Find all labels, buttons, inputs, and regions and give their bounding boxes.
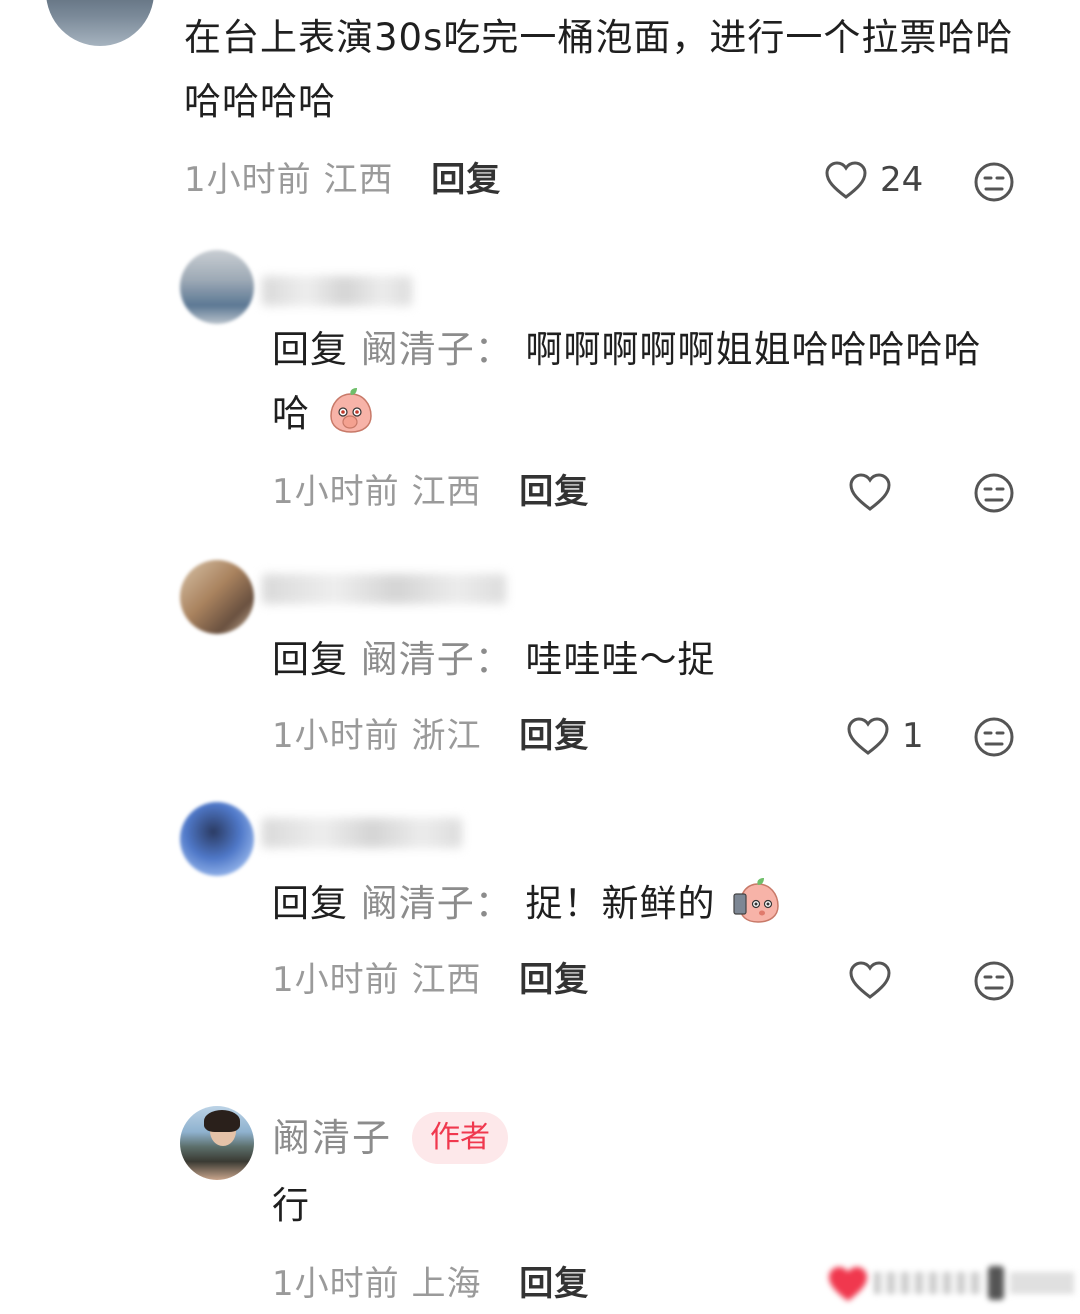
dislike-face-icon[interactable] <box>973 472 1015 514</box>
comment-meta: 1小时前 江西 回复 <box>184 160 501 200</box>
timestamp: 1小时前 <box>272 960 400 1000</box>
username-blurred <box>262 818 462 848</box>
avatar[interactable] <box>180 250 254 324</box>
dislike-face-icon[interactable] <box>973 960 1015 1002</box>
username-blurred <box>262 574 506 604</box>
comment-meta: 1小时前 上海 回复 <box>272 1264 589 1304</box>
peach-selfie-emoji <box>733 878 780 923</box>
heart-outline-icon <box>825 161 867 199</box>
reply-keyword: 回复 <box>272 882 348 925</box>
heart-outline-icon <box>847 717 889 755</box>
reply-target[interactable]: 阚清子： <box>361 328 513 371</box>
blurred-actions <box>826 1262 1080 1306</box>
main-comment: 在台上表演30s吃完一桶泡面，进行一个拉票哈哈哈哈哈哈 1小时前 江西 回复 2… <box>0 0 1080 220</box>
location: 江西 <box>411 960 482 1000</box>
timestamp: 1小时前 <box>272 1264 400 1304</box>
reply-button[interactable]: 回复 <box>431 160 501 200</box>
reply-keyword: 回复 <box>272 328 348 371</box>
reply-meta: 1小时前 浙江 回复 <box>272 716 589 756</box>
reply-text: 回复 阚清子： 哇哇哇～捉 <box>272 628 1012 692</box>
like-count: 1 <box>902 716 924 756</box>
location: 浙江 <box>411 716 482 756</box>
location: 江西 <box>323 160 394 200</box>
heart-outline-icon <box>849 961 891 999</box>
avatar[interactable] <box>180 560 254 634</box>
author-comment-text: 行 <box>272 1174 310 1238</box>
reply-meta: 1小时前 江西 回复 <box>272 472 589 512</box>
reply-body: 捉！新鲜的 <box>525 882 716 925</box>
like-button[interactable] <box>848 472 904 512</box>
author-name[interactable]: 阚清子 <box>272 1110 392 1166</box>
dislike-face-icon[interactable] <box>973 716 1015 758</box>
reply-comment: 回复 阚清子： 哇哇哇～捉 1小时前 浙江 回复 1 <box>0 556 1080 776</box>
avatar[interactable] <box>46 0 154 46</box>
timestamp: 1小时前 <box>272 472 400 512</box>
reply-button[interactable]: 回复 <box>519 716 589 756</box>
comment-text: 在台上表演30s吃完一桶泡面，进行一个拉票哈哈哈哈哈哈 <box>184 6 1014 134</box>
reply-target[interactable]: 阚清子： <box>361 882 513 925</box>
reply-button[interactable]: 回复 <box>519 472 589 512</box>
username-blurred <box>262 276 412 306</box>
author-badge: 作者 <box>412 1112 508 1164</box>
reply-button[interactable]: 回复 <box>519 1264 589 1304</box>
reply-text: 回复 阚清子： 啊啊啊啊啊姐姐哈哈哈哈哈哈 <box>272 318 1012 446</box>
comment-body: 行 <box>272 1184 310 1227</box>
reply-keyword: 回复 <box>272 638 348 681</box>
heart-filled-icon[interactable] <box>826 1264 870 1304</box>
avatar[interactable] <box>180 802 254 876</box>
reply-body: 哇哇哇～捉 <box>525 638 716 681</box>
comment-body: 在台上表演30s吃完一桶泡面，进行一个拉票哈哈哈哈哈哈 <box>184 16 1014 123</box>
like-button[interactable]: 1 <box>846 716 924 756</box>
reply-comment: 回复 阚清子： 啊啊啊啊啊姐姐哈哈哈哈哈哈 1小时前 江西 回复 <box>0 246 1080 526</box>
reply-button[interactable]: 回复 <box>519 960 589 1000</box>
reply-text: 回复 阚清子： 捉！新鲜的 <box>272 872 1012 936</box>
location: 江西 <box>411 472 482 512</box>
dislike-face-icon[interactable] <box>973 161 1015 203</box>
like-button[interactable]: 24 <box>824 160 923 200</box>
peach-blush-emoji <box>330 388 372 433</box>
like-count: 24 <box>880 160 924 200</box>
reply-meta: 1小时前 江西 回复 <box>272 960 589 1000</box>
reply-target[interactable]: 阚清子： <box>361 638 513 681</box>
author-avatar[interactable] <box>180 1106 254 1180</box>
location: 上海 <box>411 1264 482 1304</box>
timestamp: 1小时前 <box>272 716 400 756</box>
timestamp: 1小时前 <box>184 160 312 200</box>
comment-thread: 在台上表演30s吃完一桶泡面，进行一个拉票哈哈哈哈哈哈 1小时前 江西 回复 2… <box>0 0 1080 1314</box>
like-button[interactable] <box>848 960 904 1000</box>
reply-comment: 回复 阚清子： 捉！新鲜的 1小时前 江西 回复 <box>0 800 1080 1020</box>
heart-outline-icon <box>849 473 891 511</box>
